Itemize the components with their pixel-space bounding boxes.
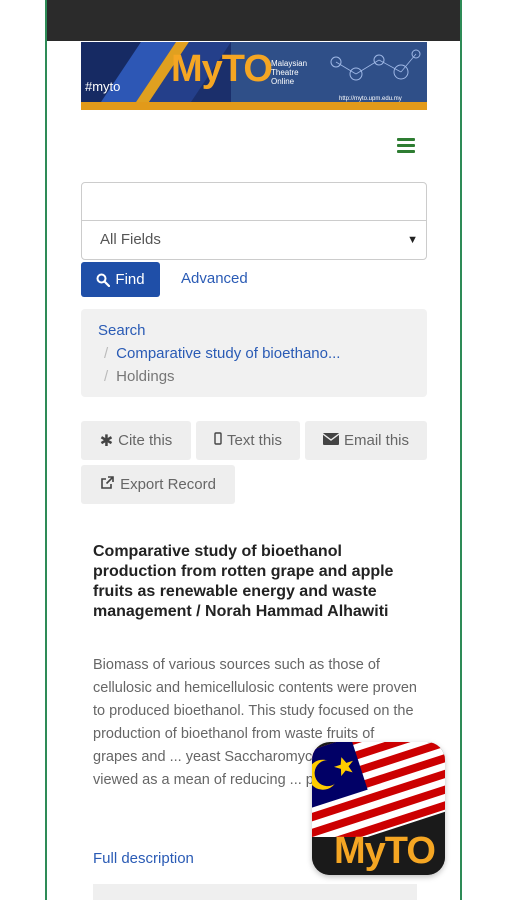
breadcrumb: Search / Comparative study of bioethano..… [81, 309, 427, 397]
myto-banner[interactable]: #myto MyTO Malaysian Theatre Online http… [81, 42, 427, 110]
search-input[interactable] [81, 182, 427, 221]
search-icon [96, 273, 111, 287]
breadcrumb-record-link[interactable]: Comparative study of bioethano... [116, 345, 340, 362]
asterisk-icon: ✱ [99, 432, 114, 450]
banner-url: http://myto.upm.edu.my [339, 96, 402, 102]
banner-hashtag: #myto [85, 79, 121, 94]
find-button-label: Find [115, 271, 145, 288]
breadcrumb-search-link[interactable]: Search [98, 322, 146, 339]
top-bar [47, 0, 460, 41]
export-label: Export Record [120, 476, 216, 493]
cite-button[interactable]: ✱ Cite this [81, 421, 191, 460]
search-field-select[interactable]: All Fields ▼ [81, 220, 427, 260]
details-table [93, 884, 417, 900]
search-field-selected: All Fields [100, 231, 161, 248]
find-button[interactable]: Find [81, 262, 160, 297]
menu-icon[interactable] [397, 138, 415, 154]
banner-subtitle-3: Online [271, 77, 295, 86]
cite-label: Cite this [118, 432, 173, 449]
envelope-icon [322, 432, 340, 449]
external-link-icon [100, 475, 115, 494]
export-record-button[interactable]: Export Record [81, 465, 235, 504]
myto-app-logo[interactable]: MyTO [312, 742, 445, 875]
select-caret-icon: ▼ [407, 234, 418, 246]
banner-brand: MyTO [171, 48, 273, 90]
banner-subtitle-2: Theatre [271, 68, 299, 77]
mobile-phone-icon [214, 432, 222, 449]
breadcrumb-current: Holdings [116, 368, 175, 385]
email-button[interactable]: Email this [305, 421, 427, 460]
advanced-search-link[interactable]: Advanced [181, 270, 248, 287]
logo-text: MyTO [334, 830, 436, 872]
email-label: Email this [343, 432, 410, 449]
text-label: Text this [226, 432, 283, 449]
text-button[interactable]: Text this [196, 421, 300, 460]
banner-subtitle-1: Malaysian [271, 59, 308, 68]
full-description-link[interactable]: Full description [93, 850, 194, 867]
record-title: Comparative study of bioethanol producti… [93, 543, 394, 620]
